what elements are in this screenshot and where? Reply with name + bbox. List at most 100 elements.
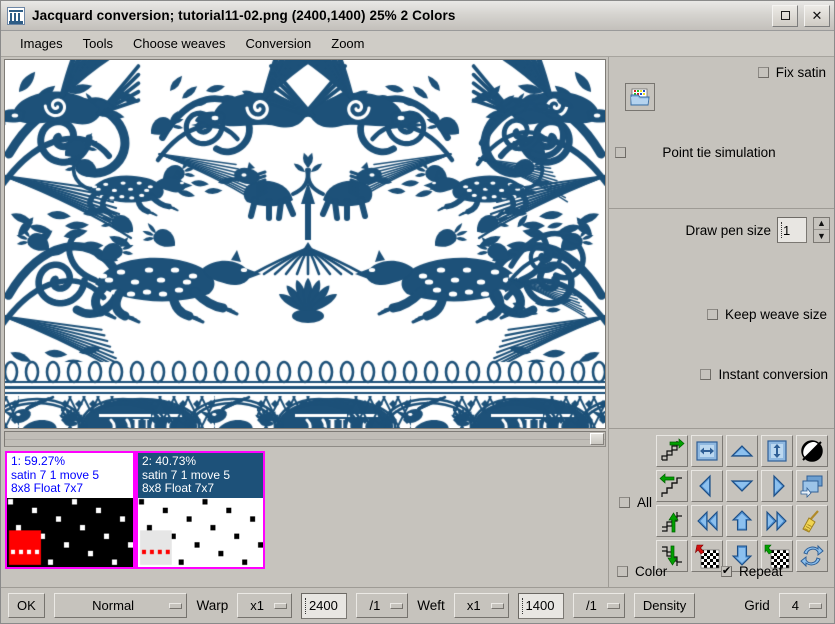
jacquard-conversion-window: Jacquard conversion; tutorial11-02.png (… xyxy=(0,0,835,624)
all-checkbox[interactable] xyxy=(619,497,630,508)
triangle-down-button[interactable] xyxy=(726,470,758,502)
shift-stairs-right-button[interactable] xyxy=(656,435,688,467)
draw-pen-size-value: 1 xyxy=(783,222,791,238)
right-panel-tools-section: All Color ✔ Repeat xyxy=(609,429,834,587)
arrow-up-button[interactable] xyxy=(726,505,758,537)
invert-colors-button[interactable] xyxy=(796,435,828,467)
right-panel: Fix satin Point tie simulation Draw pen … xyxy=(608,57,834,587)
close-icon: ✕ xyxy=(811,7,823,23)
app-loom-icon xyxy=(7,6,25,25)
palette-swatch-1-weave-preview[interactable] xyxy=(7,497,133,567)
text-caret xyxy=(304,597,307,614)
menu-item-choose-weaves[interactable]: Choose weaves xyxy=(124,33,235,54)
triangle-up-icon xyxy=(730,445,754,457)
arrow-right-button[interactable] xyxy=(761,470,793,502)
draw-pen-size-row: Draw pen size 1 ▲ ▼ xyxy=(685,217,830,243)
shift-stairs-left-button[interactable] xyxy=(656,470,688,502)
weave-insert-red-button[interactable] xyxy=(691,540,723,572)
arrow-left-button[interactable] xyxy=(691,470,723,502)
right-panel-top-section: Fix satin Point tie simulation xyxy=(609,57,834,209)
fast-forward-icon xyxy=(766,510,787,532)
triangle-up-button[interactable] xyxy=(726,435,758,467)
mode-option-menu[interactable]: Normal xyxy=(53,593,188,618)
shift-stairs-up-icon xyxy=(662,512,682,533)
draw-pen-size-input[interactable]: 1 xyxy=(777,217,807,243)
density-button[interactable]: Density xyxy=(633,593,696,618)
point-tie-simulation-label: Point tie simulation xyxy=(662,145,776,160)
arrow-up-icon xyxy=(731,510,753,531)
warp-multiplier-option-menu[interactable]: x1 xyxy=(237,593,292,618)
refresh-cycle-icon xyxy=(800,544,824,568)
palette-swatch-2-index: 2: 40.73% xyxy=(142,454,197,468)
fix-satin-checkbox[interactable] xyxy=(757,67,769,78)
maximize-icon xyxy=(780,11,790,20)
palette-swatch-2-weave-preview[interactable] xyxy=(138,497,263,567)
menu-item-images[interactable]: Images xyxy=(11,33,72,54)
menu-item-tools[interactable]: Tools xyxy=(74,33,122,54)
keep-weave-size-checkbox[interactable] xyxy=(706,309,718,320)
canvas-horizontal-scrollbar[interactable] xyxy=(4,431,606,447)
weave-tool-button-grid xyxy=(656,435,828,572)
shift-stairs-up-button[interactable] xyxy=(656,505,688,537)
instant-conversion-checkbox[interactable] xyxy=(700,369,712,380)
point-tie-simulation-row: Point tie simulation xyxy=(615,145,826,160)
fast-rewind-button[interactable] xyxy=(691,505,723,537)
broom-clear-button[interactable] xyxy=(796,505,828,537)
chevron-down-icon xyxy=(606,602,620,609)
repeat-checkbox[interactable] xyxy=(721,566,732,577)
triangle-down-icon xyxy=(730,480,754,492)
warp-count-input[interactable]: 2400 xyxy=(300,592,348,619)
point-tie-simulation-checkbox[interactable] xyxy=(615,147,626,158)
invert-colors-icon xyxy=(801,440,823,462)
left-column: 1: 59.27% satin 7 1 move 5 8x8 Float 7x7… xyxy=(1,57,608,587)
flip-vertical-button[interactable] xyxy=(761,435,793,467)
maximize-button[interactable] xyxy=(772,4,798,27)
refresh-cycle-button[interactable] xyxy=(796,540,828,572)
warp-divider-option-menu[interactable]: /1 xyxy=(356,593,409,618)
flip-horizontal-button[interactable] xyxy=(691,435,723,467)
chevron-down-icon xyxy=(169,602,183,609)
weave-palette: 1: 59.27% satin 7 1 move 5 8x8 Float 7x7… xyxy=(1,449,608,573)
flip-horizontal-icon xyxy=(696,441,718,461)
weave-grid-2[interactable] xyxy=(138,497,263,567)
palette-swatch-2[interactable]: 2: 40.73% satin 7 1 move 5 8x8 Float 7x7 xyxy=(135,451,265,569)
fast-forward-button[interactable] xyxy=(761,505,793,537)
weft-multiplier-option-menu[interactable]: x1 xyxy=(453,593,509,618)
menu-item-zoom[interactable]: Zoom xyxy=(322,33,373,54)
open-color-image-button[interactable] xyxy=(625,83,655,111)
menu-item-conversion[interactable]: Conversion xyxy=(237,33,321,54)
repeat-label: Repeat xyxy=(739,564,783,579)
palette-swatch-2-weave: satin 7 1 move 5 xyxy=(142,467,231,482)
draw-pen-size-stepper[interactable]: ▲ ▼ xyxy=(813,217,830,243)
canvas-area xyxy=(1,57,608,429)
palette-swatch-1[interactable]: 1: 59.27% satin 7 1 move 5 8x8 Float 7x7 xyxy=(5,451,135,569)
chevron-down-icon xyxy=(390,602,404,609)
color-checkbox[interactable] xyxy=(617,566,628,577)
weave-insert-red-icon xyxy=(695,544,720,569)
jacquard-pattern-preview[interactable] xyxy=(5,60,605,428)
palette-swatch-1-index: 1: 59.27% xyxy=(11,454,66,468)
grid-label: Grid xyxy=(744,598,770,613)
warp-multiplier-value: x1 xyxy=(250,598,264,613)
weft-divider-option-menu[interactable]: /1 xyxy=(573,593,625,618)
all-row: All xyxy=(619,495,652,510)
color-label: Color xyxy=(635,564,668,579)
ok-button[interactable]: OK xyxy=(8,593,45,618)
arrow-left-icon xyxy=(699,474,711,498)
warp-count-value: 2400 xyxy=(308,598,338,613)
mode-value: Normal xyxy=(92,598,135,613)
scrollbar-thumb[interactable] xyxy=(590,433,604,445)
scrollbar-track xyxy=(5,439,605,440)
grid-option-menu[interactable]: 4 xyxy=(778,593,827,618)
open-color-image-folder-icon xyxy=(630,88,650,106)
close-button[interactable]: ✕ xyxy=(804,4,830,27)
copy-layers-icon xyxy=(800,475,823,498)
copy-layers-button[interactable] xyxy=(796,470,828,502)
weft-count-input[interactable]: 1400 xyxy=(517,592,565,619)
weave-grid-1[interactable] xyxy=(7,497,133,567)
stepper-up-icon[interactable]: ▲ xyxy=(814,218,829,230)
draw-pen-size-label: Draw pen size xyxy=(685,222,771,238)
palette-swatch-1-size: 8x8 Float 7x7 xyxy=(11,481,84,495)
stepper-down-icon[interactable]: ▼ xyxy=(814,230,829,242)
palette-swatch-1-weave: satin 7 1 move 5 xyxy=(11,467,100,482)
